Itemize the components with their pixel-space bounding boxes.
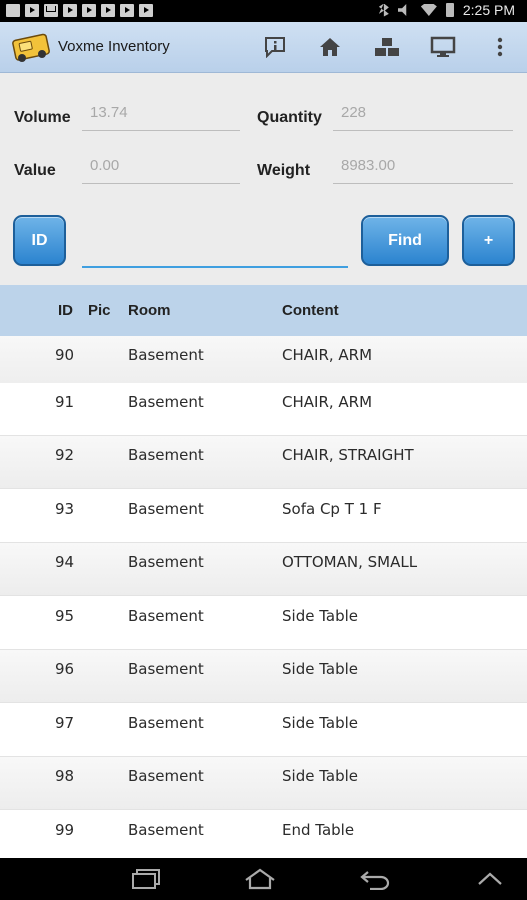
overflow-menu-icon[interactable]: [483, 30, 517, 64]
table-row[interactable]: 93 Basement Sofa Cp T 1 F: [0, 490, 527, 543]
row-content: CHAIR, ARM: [282, 346, 373, 364]
table-row[interactable]: 95 Basement Side Table: [0, 597, 527, 650]
table-row[interactable]: 99 Basement End Table: [0, 811, 527, 858]
play-icon: [82, 4, 96, 17]
back-icon[interactable]: [345, 864, 405, 894]
clock: 2:25 PM: [462, 2, 515, 18]
table-row[interactable]: 96 Basement Side Table: [0, 650, 527, 703]
play-icon: [101, 4, 115, 17]
row-room: Basement: [128, 660, 204, 678]
row-room: Basement: [128, 821, 204, 839]
row-room: Basement: [128, 500, 204, 518]
monitor-icon[interactable]: [426, 30, 460, 64]
play-icon: [139, 4, 153, 17]
quantity-field[interactable]: 228: [333, 101, 513, 131]
table-row[interactable]: 90 Basement CHAIR, ARM: [0, 336, 527, 389]
mute-icon: [397, 4, 407, 16]
play-icon: [25, 4, 39, 17]
column-header-id[interactable]: ID: [58, 302, 73, 319]
row-content: CHAIR, STRAIGHT: [282, 446, 414, 464]
status-bar: 2:25 PM: [0, 0, 527, 22]
table-row[interactable]: 98 Basement Side Table: [0, 757, 527, 810]
row-room: Basement: [128, 607, 204, 625]
quantity-label: Quantity: [257, 109, 322, 126]
row-id: 90: [55, 346, 75, 364]
row-content: Side Table: [282, 714, 358, 732]
row-id: 92: [55, 446, 75, 464]
row-id: 91: [55, 393, 75, 411]
row-content: OTTOMAN, SMALL: [282, 553, 418, 571]
info-icon[interactable]: [258, 30, 292, 64]
navigation-bar: [0, 858, 527, 900]
weight-field[interactable]: 8983.00: [333, 154, 513, 184]
search-input[interactable]: [82, 228, 348, 268]
table-row[interactable]: 97 Basement Side Table: [0, 704, 527, 757]
row-content: Sofa Cp T 1 F: [282, 500, 382, 518]
bluetooth-icon: [378, 3, 389, 17]
value-field[interactable]: 0.00: [82, 154, 240, 184]
row-room: Basement: [128, 767, 204, 785]
home-icon[interactable]: [313, 30, 347, 64]
row-room: Basement: [128, 446, 204, 464]
notification-icons: [6, 4, 153, 17]
table-row[interactable]: 92 Basement CHAIR, STRAIGHT: [0, 436, 527, 489]
volume-label: Volume: [14, 109, 71, 126]
weight-label: Weight: [257, 162, 311, 179]
play-icon: [63, 4, 77, 17]
find-button[interactable]: Find: [361, 215, 449, 266]
system-icons: 2:25 PM: [378, 2, 515, 18]
id-button[interactable]: ID: [13, 215, 66, 266]
row-id: 99: [55, 821, 75, 839]
add-button[interactable]: +: [462, 215, 515, 266]
volume-field[interactable]: 13.74: [82, 101, 240, 131]
summary-panel: Volume 13.74 Quantity 228 Value 0.00 Wei…: [0, 73, 527, 203]
row-content: Side Table: [282, 660, 358, 678]
row-id: 96: [55, 660, 75, 678]
table-header: ID Pic Room Content: [0, 285, 527, 336]
wifi-icon: [420, 4, 437, 16]
inventory-list: 90 Basement CHAIR, ARM 91 Basement CHAIR…: [0, 336, 527, 858]
row-id: 94: [55, 553, 75, 571]
value-label: Value: [14, 162, 56, 179]
play-icon: [120, 4, 134, 17]
row-content: Side Table: [282, 767, 358, 785]
column-header-room[interactable]: Room: [128, 302, 171, 319]
row-room: Basement: [128, 714, 204, 732]
row-id: 98: [55, 767, 75, 785]
row-room: Basement: [128, 346, 204, 364]
row-content: End Table: [282, 821, 355, 839]
column-header-pic[interactable]: Pic: [88, 302, 111, 319]
row-room: Basement: [128, 553, 204, 571]
table-row[interactable]: 91 Basement CHAIR, ARM: [0, 383, 527, 436]
keyboard-hide-icon[interactable]: [460, 864, 520, 894]
row-id: 95: [55, 607, 75, 625]
home-nav-icon[interactable]: [230, 864, 290, 894]
app-title: Voxme Inventory: [58, 38, 170, 55]
battery-icon: [445, 3, 454, 17]
row-id: 97: [55, 714, 75, 732]
rooms-icon[interactable]: [370, 30, 404, 64]
row-id: 93: [55, 500, 75, 518]
action-bar: Voxme Inventory: [0, 22, 527, 73]
table-row[interactable]: 94 Basement OTTOMAN, SMALL: [0, 543, 527, 596]
column-header-content[interactable]: Content: [282, 302, 339, 319]
image-icon: [6, 4, 20, 17]
recent-apps-icon[interactable]: [116, 864, 176, 894]
row-room: Basement: [128, 393, 204, 411]
row-content: Side Table: [282, 607, 358, 625]
mail-icon: [44, 4, 58, 17]
app-logo-icon[interactable]: [12, 31, 52, 63]
row-content: CHAIR, ARM: [282, 393, 373, 411]
